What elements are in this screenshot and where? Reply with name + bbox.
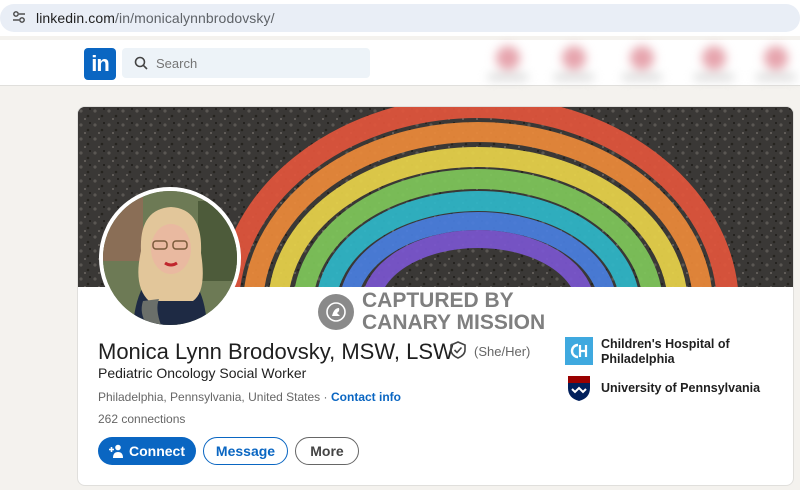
linkedin-logo[interactable]: in — [84, 48, 116, 80]
penn-shield-logo — [565, 374, 593, 402]
connect-label: Connect — [129, 443, 185, 459]
contact-info-link[interactable]: Contact info — [331, 390, 401, 404]
more-label: More — [310, 443, 344, 459]
profile-photo[interactable] — [99, 187, 241, 329]
org-name: University of Pennsylvania — [601, 381, 761, 395]
profile-photo-image — [103, 191, 237, 325]
org-name: Children's Hospital of Philadelphia — [601, 337, 730, 366]
search-input[interactable] — [156, 48, 356, 78]
blurred-nav-icons — [474, 40, 800, 86]
url-text[interactable]: linkedin.com/in/monicalynnbrodovsky/ — [36, 10, 275, 26]
url-domain: linkedin.com — [36, 10, 116, 26]
search-icon — [134, 56, 148, 70]
chop-logo — [565, 337, 593, 365]
profile-name: Monica Lynn Brodovsky, MSW, LSW — [98, 339, 454, 364]
message-label: Message — [215, 443, 276, 459]
watermark-line-1: CAPTURED BY — [362, 289, 514, 312]
location-separator: · — [323, 390, 328, 404]
profile-location: Philadelphia, Pennsylvania, United State… — [98, 390, 327, 404]
org-item-chop[interactable]: Children's Hospital of Philadelphia — [565, 337, 781, 367]
profile-headline: Pediatric Oncology Social Worker — [98, 365, 307, 381]
pronouns: (She/Her) — [474, 344, 531, 359]
connections-count[interactable]: 262 connections — [98, 412, 185, 426]
search-box[interactable] — [122, 48, 370, 78]
location-text: Philadelphia, Pennsylvania, United State… — [98, 390, 321, 404]
message-button[interactable]: Message — [203, 437, 288, 465]
watermark-line-2: CANARY MISSION — [362, 311, 546, 334]
url-path: /in/monicalynnbrodovsky/ — [115, 10, 275, 26]
canary-mission-watermark: CAPTURED BY CANARY MISSION — [318, 290, 545, 334]
add-person-icon — [109, 444, 123, 458]
more-button[interactable]: More — [295, 437, 359, 465]
verified-shield-icon[interactable] — [449, 341, 467, 359]
connect-button[interactable]: Connect — [98, 437, 196, 465]
site-settings-icon[interactable] — [11, 9, 27, 25]
canary-bird-icon — [318, 294, 354, 330]
org-item-penn[interactable]: University of Pennsylvania — [565, 374, 781, 402]
browser-url-bar: linkedin.com/in/monicalynnbrodovsky/ — [0, 0, 800, 36]
